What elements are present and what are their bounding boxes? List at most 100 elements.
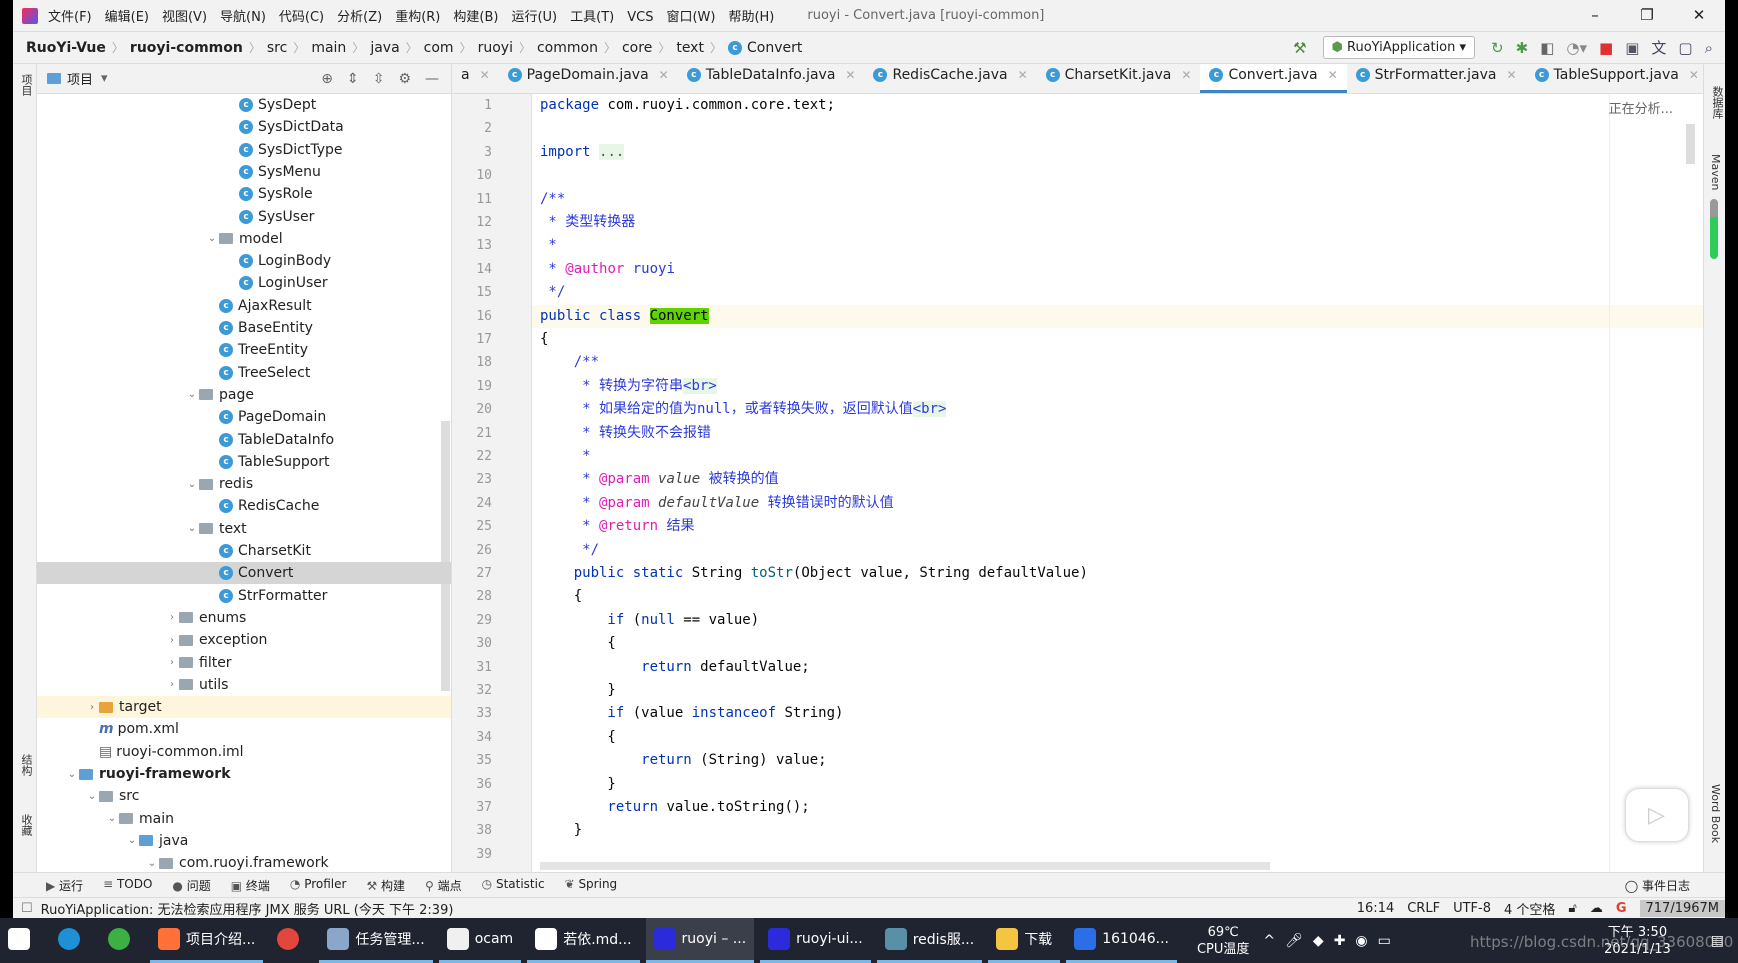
tree-item[interactable]: c TreeEntity: [37, 339, 451, 361]
code-line[interactable]: * 转换失败不会报错: [540, 422, 711, 445]
caret-position[interactable]: 16:14: [1357, 901, 1394, 916]
tree-item[interactable]: c PageDomain: [37, 406, 451, 428]
tree-item[interactable]: c LoginBody: [37, 250, 451, 272]
code-line[interactable]: public class Convert: [540, 305, 709, 328]
breadcrumb-item[interactable]: RuoYi-Vue: [26, 40, 106, 56]
breadcrumb-item[interactable]: ruoyi-common: [130, 40, 243, 56]
code-line[interactable]: return value.toString();: [540, 796, 809, 819]
taskbar-item[interactable]: redis服...: [876, 918, 983, 963]
tree-item[interactable]: c TableSupport: [37, 451, 451, 473]
code-line[interactable]: */: [540, 281, 565, 304]
video-player-overlay-icon[interactable]: ▷: [1625, 788, 1689, 842]
code-line[interactable]: return defaultValue;: [540, 656, 810, 679]
start-button[interactable]: [0, 918, 44, 963]
tool-window-1[interactable]: ≡ TODO: [103, 877, 152, 894]
structure-tool-button[interactable]: 结构: [18, 754, 34, 776]
taskbar-item[interactable]: 下载: [988, 918, 1061, 963]
tree-item[interactable]: › target: [37, 696, 451, 719]
tree-item[interactable]: › filter: [37, 652, 451, 674]
code-line[interactable]: }: [540, 819, 582, 842]
menu-item[interactable]: 分析(Z): [337, 10, 382, 25]
tab-tablesupport-java[interactable]: c TableSupport.java ✕: [1526, 64, 1703, 93]
memory-indicator-text[interactable]: 717/1967M: [1639, 899, 1725, 917]
event-log-button[interactable]: ◯ 事件日志: [1625, 877, 1690, 894]
tree-item[interactable]: c SysDept: [37, 94, 451, 116]
code-line[interactable]: *: [540, 445, 590, 468]
code-line[interactable]: * @author ruoyi: [540, 258, 674, 281]
google-icon[interactable]: G: [1616, 901, 1627, 916]
close-button[interactable]: ✕: [1673, 0, 1725, 31]
indent-setting[interactable]: 4 个空格: [1504, 899, 1555, 918]
hammer-icon[interactable]: ⚒: [1293, 39, 1306, 57]
code-editor[interactable]: 1 2 3 10 11 12 13 14 15 16 17 18 19 20 21 22 23 24 25 26 27 2…: [452, 94, 1703, 872]
code-line[interactable]: if (value instanceof String): [540, 702, 843, 725]
menu-item[interactable]: 编辑(E): [105, 10, 149, 25]
breadcrumb-item[interactable]: Convert: [747, 40, 802, 56]
favorites-tool-button[interactable]: 收藏: [18, 814, 34, 836]
code-line[interactable]: *: [540, 234, 556, 257]
chevron-down-icon[interactable]: ⌄: [85, 791, 99, 802]
taskbar-item[interactable]: ruoyi-ui...: [760, 918, 871, 963]
menu-item[interactable]: 工具(T): [570, 10, 614, 25]
debug-icon[interactable]: ✱: [1516, 39, 1529, 57]
code-line[interactable]: * @param value 被转换的值: [540, 468, 778, 491]
code-line[interactable]: package com.ruoyi.common.core.text;: [540, 94, 835, 117]
tree-item[interactable]: ⌄ com.ruoyi.framework: [37, 852, 451, 872]
project-view-select[interactable]: 项目: [67, 69, 93, 88]
close-tab-icon[interactable]: ✕: [1181, 68, 1191, 82]
project-structure-icon[interactable]: ▣: [1625, 39, 1639, 57]
translate-icon[interactable]: 文: [1651, 37, 1666, 58]
tree-item[interactable]: ▤ ruoyi-common.iml: [37, 741, 451, 763]
menu-item[interactable]: 窗口(W): [666, 10, 715, 25]
tool-window-5[interactable]: ⚒ 构建: [366, 877, 405, 894]
tab-convert-java[interactable]: c Convert.java ✕: [1200, 64, 1347, 93]
tool-window-4[interactable]: ◔ Profiler: [290, 877, 347, 894]
minimize-button[interactable]: –: [1569, 0, 1621, 31]
code-line[interactable]: /**: [540, 351, 599, 374]
tool-window-3[interactable]: ▣ 终端: [231, 877, 270, 894]
chevron-down-icon[interactable]: ⌄: [185, 523, 199, 534]
line-separator[interactable]: CRLF: [1407, 901, 1440, 916]
chevron-down-icon[interactable]: ⌄: [105, 813, 119, 824]
chevron-down-icon[interactable]: ⌄: [185, 389, 199, 400]
tree-item[interactable]: ⌄ model: [37, 228, 451, 250]
tab-rediscache-java[interactable]: c RedisCache.java ✕: [864, 64, 1036, 93]
stop-icon[interactable]: ■: [1599, 39, 1613, 57]
tree-item[interactable]: › utils: [37, 674, 451, 696]
tree-item[interactable]: c StrFormatter: [37, 585, 451, 607]
close-tab-icon[interactable]: ✕: [845, 68, 855, 82]
code-line[interactable]: * @return 结果: [540, 515, 694, 538]
code-line[interactable]: /**: [540, 188, 565, 211]
taskbar-item[interactable]: ocam: [438, 918, 522, 963]
breadcrumb-item[interactable]: src: [267, 40, 287, 56]
editor-vertical-scrollbar[interactable]: [1686, 124, 1695, 164]
breadcrumb-item[interactable]: main: [311, 40, 346, 56]
menu-item[interactable]: VCS: [627, 10, 653, 25]
chevron-down-icon[interactable]: ⌄: [205, 233, 219, 244]
tree-item[interactable]: ⌄ src: [37, 785, 451, 807]
gear-icon[interactable]: ⚙: [398, 71, 411, 87]
taskbar-item[interactable]: 项目介绍...: [150, 918, 264, 963]
cloud-icon[interactable]: ☁: [1590, 901, 1603, 916]
chevron-right-icon[interactable]: ›: [165, 679, 179, 690]
tree-item[interactable]: ⌄ redis: [37, 473, 451, 495]
lock-icon[interactable]: 🔓︎: [1568, 901, 1576, 916]
close-tab-icon[interactable]: ✕: [480, 68, 490, 82]
code-line[interactable]: }: [540, 773, 615, 796]
tree-item[interactable]: c CharsetKit: [37, 540, 451, 562]
tab-a[interactable]: a ✕: [452, 64, 499, 93]
code-line[interactable]: {: [540, 328, 548, 351]
coverage-icon[interactable]: ◧: [1540, 39, 1554, 57]
close-tab-icon[interactable]: ✕: [1506, 68, 1516, 82]
tab-tabledatainfo-java[interactable]: c TableDataInfo.java ✕: [678, 64, 865, 93]
code-line[interactable]: return (String) value;: [540, 749, 826, 772]
tree-item[interactable]: › exception: [37, 629, 451, 651]
tree-item[interactable]: c SysDictData: [37, 116, 451, 138]
tree-item[interactable]: m pom.xml: [37, 718, 451, 740]
collapse-all-icon[interactable]: ⇳: [373, 71, 385, 87]
tree-item[interactable]: ⌄ main: [37, 808, 451, 830]
menu-item[interactable]: 帮助(H): [728, 10, 774, 25]
search-icon[interactable]: ⌕: [1705, 39, 1713, 57]
chevron-right-icon[interactable]: ›: [165, 635, 179, 646]
code-line[interactable]: public static String toStr(Object value,…: [540, 562, 1088, 585]
